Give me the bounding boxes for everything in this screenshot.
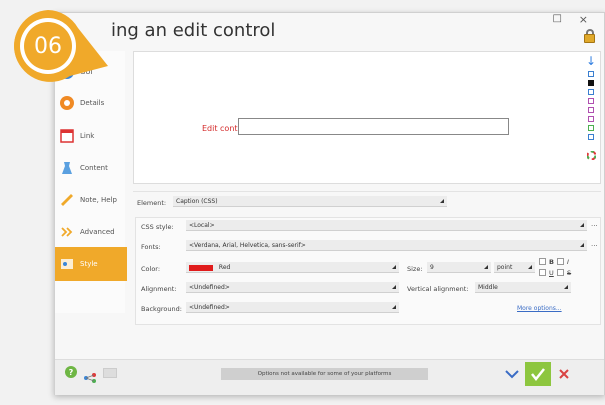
dialog-title: ing an edit control — [111, 20, 276, 41]
style-icon — [59, 256, 75, 272]
underline-checkbox[interactable] — [539, 269, 546, 276]
vertical-alignment-label: Vertical alignment: — [407, 285, 469, 293]
advanced-icon — [59, 224, 75, 240]
fonts-label: Fonts: — [141, 243, 161, 251]
platform-status: Options not available for some of your p… — [221, 368, 428, 380]
close-button[interactable]: × — [579, 13, 588, 26]
combo-arrow-icon — [440, 199, 444, 203]
content-icon — [59, 160, 75, 176]
color-label: Color: — [141, 265, 161, 273]
sidebar-item-note-help[interactable]: Note, Help — [59, 185, 125, 215]
sidebar-item-content[interactable]: Content — [59, 153, 125, 183]
divider — [133, 191, 601, 192]
background-value: <Undefined> — [189, 304, 230, 311]
purple-square-icon[interactable] — [588, 98, 594, 104]
fonts-ellipsis-button[interactable]: ... — [591, 240, 598, 248]
sidebar-item-label: Style — [80, 260, 98, 268]
color-wheel-icon[interactable] — [586, 145, 596, 164]
green-square-icon[interactable] — [588, 125, 594, 131]
link-icon — [59, 128, 75, 144]
restore-button[interactable]: □ — [553, 13, 562, 24]
underline-label: U — [549, 269, 554, 277]
size-unit-combo[interactable]: point — [494, 262, 535, 273]
purple-square-icon[interactable] — [588, 107, 594, 113]
edit-control-input[interactable] — [238, 118, 509, 135]
sidebar-item-style[interactable]: Style — [55, 247, 127, 281]
lock-icon[interactable] — [582, 29, 596, 43]
strike-label: S — [567, 269, 572, 277]
color-combo[interactable]: Red — [186, 262, 399, 273]
help-icon[interactable]: ? — [65, 366, 77, 378]
chevron-down-icon — [505, 370, 519, 379]
alignment-label: Alignment: — [141, 285, 177, 293]
black-square-icon[interactable] — [588, 80, 594, 86]
strike-checkbox[interactable] — [557, 269, 564, 276]
dialog-footer: ? Options not available for some of your… — [55, 359, 604, 395]
color-value: Red — [218, 264, 231, 271]
close-x-icon — [559, 369, 569, 379]
more-options-link[interactable]: More options... — [517, 305, 562, 312]
collapse-button[interactable] — [501, 365, 523, 383]
background-label: Background: — [141, 305, 182, 313]
element-label: Element: — [137, 199, 167, 207]
italic-checkbox[interactable] — [557, 258, 564, 265]
alignment-combo[interactable]: <Undefined> — [186, 282, 399, 293]
cancel-button[interactable] — [553, 365, 575, 383]
details-icon — [59, 95, 75, 111]
css-style-label: CSS style: — [141, 223, 174, 231]
css-style-combo[interactable]: <Local> — [186, 220, 587, 231]
bold-label: B — [549, 258, 554, 266]
dialog-window: ing an edit control □ × GUI Details Link… — [54, 12, 605, 395]
sidebar-item-advanced[interactable]: Advanced — [59, 217, 125, 247]
sidebar-item-link[interactable]: Link — [59, 121, 125, 151]
note-icon — [59, 192, 75, 208]
bold-checkbox[interactable] — [539, 258, 546, 265]
combo-arrow-icon — [580, 243, 584, 247]
screen: ing an edit control □ × GUI Details Link… — [0, 0, 605, 405]
square-icon[interactable] — [588, 134, 594, 140]
combo-arrow-icon — [392, 305, 396, 309]
panel-icon[interactable] — [103, 368, 117, 378]
sidebar-item-label: Content — [80, 164, 108, 172]
combo-arrow-icon — [392, 285, 396, 289]
css-style-ellipsis-button[interactable]: ... — [591, 220, 598, 228]
italic-label: I — [567, 258, 569, 266]
ok-button[interactable] — [525, 362, 551, 386]
check-icon — [531, 368, 545, 381]
combo-arrow-icon — [528, 265, 532, 269]
element-value: Caption (CSS) — [176, 198, 218, 205]
combo-arrow-icon — [392, 265, 396, 269]
combo-arrow-icon — [580, 223, 584, 227]
css-style-value: <Local> — [189, 222, 215, 229]
color-swatch — [189, 264, 213, 271]
sidebar-item-label: Details — [80, 99, 105, 107]
preview-toolbar: ↓ — [584, 52, 598, 164]
purple-square-icon[interactable] — [588, 116, 594, 122]
share-icon[interactable] — [83, 368, 97, 387]
background-combo[interactable]: <Undefined> — [186, 302, 399, 313]
size-label: Size: — [407, 265, 423, 273]
title-bar: ing an edit control □ × — [55, 13, 604, 51]
step-number: 06 — [34, 34, 62, 59]
vertical-alignment-combo[interactable]: Middle — [475, 282, 571, 293]
sidebar-item-label: Note, Help — [80, 196, 117, 204]
element-combo[interactable]: Caption (CSS) — [173, 196, 447, 207]
size-value: 9 — [430, 264, 434, 271]
step-badge: 06 — [8, 6, 116, 94]
size-unit-value: point — [497, 264, 513, 271]
arrow-down-icon[interactable]: ↓ — [586, 54, 596, 68]
size-combo[interactable]: 9 — [427, 262, 491, 273]
fonts-combo[interactable]: <Verdana, Arial, Helvetica, sans-serif> — [186, 240, 587, 251]
fonts-value: <Verdana, Arial, Helvetica, sans-serif> — [189, 242, 306, 249]
sidebar-item-label: Advanced — [80, 228, 115, 236]
vertical-alignment-value: Middle — [478, 284, 498, 291]
sidebar-item-label: Link — [80, 132, 95, 140]
preview-area: Edit control ↓ — [133, 51, 601, 184]
alignment-value: <Undefined> — [189, 284, 230, 291]
square-icon[interactable] — [588, 71, 594, 77]
combo-arrow-icon — [484, 265, 488, 269]
combo-arrow-icon — [564, 285, 568, 289]
square-icon[interactable] — [588, 89, 594, 95]
